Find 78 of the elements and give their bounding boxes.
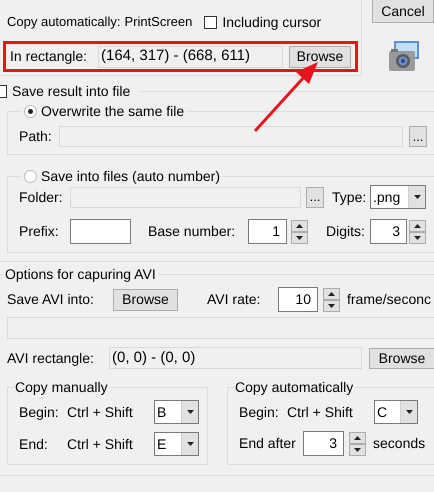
number-field[interactable]: 1 bbox=[248, 219, 287, 244]
section-title: Options for capuring AVI bbox=[5, 264, 156, 284]
group-title: Copy automatically bbox=[235, 378, 354, 397]
spin-up-button[interactable] bbox=[323, 288, 340, 300]
number-field[interactable]: 3 bbox=[303, 431, 344, 456]
spin-down-button[interactable] bbox=[409, 232, 426, 244]
radio-label: Overwrite the same file bbox=[41, 102, 184, 120]
dropdown[interactable]: .png bbox=[370, 185, 426, 209]
spin-down-button[interactable] bbox=[323, 300, 340, 312]
dropdown-value: .png bbox=[372, 188, 400, 207]
unit-label: frame/seconc bbox=[347, 290, 432, 309]
label: Type: bbox=[332, 188, 368, 207]
radio-button[interactable] bbox=[24, 104, 37, 118]
hotkey-text: Ctrl + Shift bbox=[287, 402, 354, 422]
down-arrow-icon bbox=[328, 304, 335, 308]
hotkey-text: Ctrl + Shift bbox=[67, 434, 134, 454]
dropdown-button[interactable] bbox=[400, 401, 417, 423]
up-arrow-icon bbox=[328, 292, 335, 296]
down-arrow-icon bbox=[354, 448, 361, 452]
rectangle-field: (0, 0) - (0, 0) bbox=[109, 347, 362, 369]
up-arrow-icon bbox=[354, 436, 361, 440]
cancel-button[interactable]: Cancel bbox=[372, 0, 434, 23]
caret-icon bbox=[406, 410, 412, 414]
button[interactable]: Browse bbox=[289, 46, 351, 68]
dropdown[interactable]: B bbox=[154, 400, 199, 424]
dropdown[interactable]: E bbox=[154, 432, 199, 456]
radio-button[interactable] bbox=[24, 170, 37, 182]
browse-button[interactable]: ... bbox=[409, 126, 427, 147]
label: Digits: bbox=[326, 222, 366, 241]
number-field[interactable]: 10 bbox=[278, 287, 318, 312]
prefix-field[interactable] bbox=[70, 219, 131, 244]
dropdown-button[interactable] bbox=[181, 433, 198, 455]
dropdown[interactable]: C bbox=[374, 400, 418, 424]
checkbox-label: Save result into file bbox=[12, 82, 130, 100]
spin-up-button[interactable] bbox=[291, 220, 308, 232]
rectangle-field: (164, 317) - (668, 611) bbox=[98, 46, 283, 68]
button[interactable]: Browse bbox=[369, 348, 434, 368]
label: Base number: bbox=[148, 222, 236, 241]
label: End: bbox=[19, 434, 49, 454]
camera-icon bbox=[388, 40, 420, 72]
number-field[interactable]: 3 bbox=[370, 219, 407, 244]
dropdown-value: E bbox=[156, 434, 166, 454]
label: Begin: bbox=[239, 402, 280, 422]
label: AVI rate: bbox=[207, 290, 262, 309]
dropdown-button[interactable] bbox=[181, 401, 198, 423]
checkbox[interactable] bbox=[204, 16, 218, 28]
label: Save AVI into: bbox=[7, 290, 95, 309]
dropdown-button[interactable] bbox=[408, 186, 425, 208]
spin-up-button[interactable] bbox=[409, 220, 426, 232]
spin-down-button[interactable] bbox=[349, 444, 366, 456]
dropdown-value: B bbox=[156, 402, 166, 422]
spin-up-button[interactable] bbox=[349, 432, 366, 444]
label: Path: bbox=[19, 127, 53, 146]
button[interactable]: Browse bbox=[113, 288, 178, 310]
group-title: Copy manually bbox=[15, 378, 108, 397]
down-arrow-icon bbox=[296, 236, 303, 240]
label: In rectangle: bbox=[10, 47, 88, 66]
label: AVI rectangle: bbox=[7, 348, 95, 368]
hotkey-text: Ctrl + Shift bbox=[67, 402, 134, 422]
label: End after bbox=[239, 434, 297, 453]
hotkey-text: PrintScreen bbox=[124, 13, 192, 32]
caret-icon bbox=[186, 410, 194, 414]
up-arrow-icon bbox=[296, 224, 303, 228]
caret-icon bbox=[186, 442, 194, 446]
dropdown-value: C bbox=[376, 402, 388, 422]
label: Folder: bbox=[19, 188, 64, 206]
browse-button[interactable]: ... bbox=[306, 186, 324, 208]
up-arrow-icon bbox=[414, 224, 421, 228]
checkbox-label: Including cursor bbox=[222, 12, 322, 32]
path-field[interactable] bbox=[59, 126, 403, 147]
caret-icon bbox=[414, 195, 420, 199]
unit-label: seconds bbox=[373, 434, 426, 453]
label: Prefix: bbox=[19, 222, 60, 241]
radio-label: Save into files (auto number) bbox=[41, 166, 220, 186]
spin-down-button[interactable] bbox=[291, 232, 308, 244]
label: Begin: bbox=[19, 402, 60, 422]
down-arrow-icon bbox=[414, 236, 421, 240]
label: Copy automatically: bbox=[7, 13, 120, 32]
